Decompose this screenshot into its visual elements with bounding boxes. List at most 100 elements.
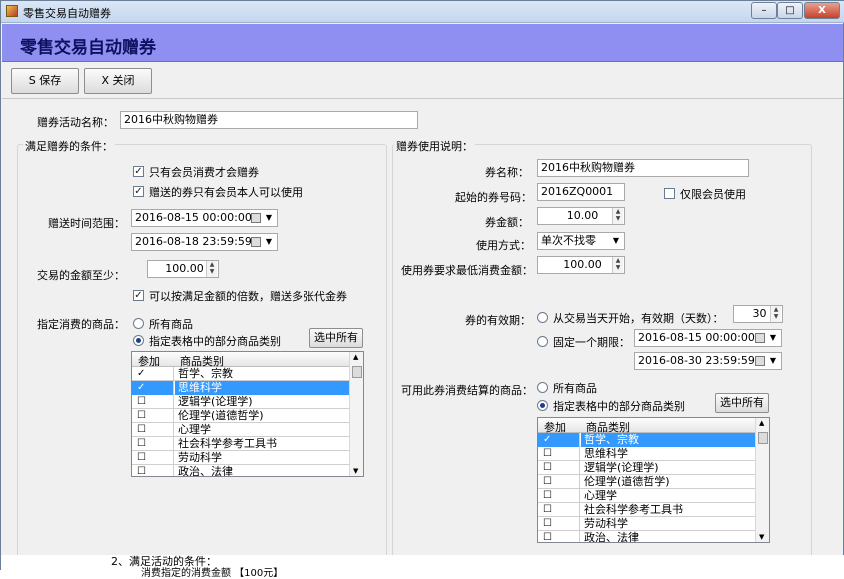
grid-header: 参加 商品类别 bbox=[538, 418, 756, 434]
fixed-radio[interactable] bbox=[537, 336, 548, 347]
table-row[interactable]: ☐ 伦理学(道德哲学) bbox=[538, 475, 755, 489]
table-row[interactable]: ☐ 逻辑学(论理学) bbox=[538, 461, 755, 475]
scroll-thumb[interactable] bbox=[758, 432, 768, 444]
member-use-checkbox[interactable] bbox=[664, 188, 675, 199]
close-window-button[interactable]: X bbox=[804, 2, 840, 19]
table-row[interactable]: ☐ 社会科学参考工具书 bbox=[538, 503, 755, 517]
table-row[interactable]: ☐ 劳动科学 bbox=[538, 517, 755, 531]
maximize-button[interactable]: □ bbox=[777, 2, 803, 19]
days-value: 30 bbox=[752, 307, 767, 320]
goods-grid[interactable]: 参加 商品类别 ▲ ▼ ✓ 哲学、宗教 ✓ 思维科学 ☐ 逻辑学(论理学) ☐ 伦理学(道德哲… bbox=[131, 351, 364, 477]
table-row[interactable]: ☐ 伦理学(道德哲学) bbox=[132, 409, 349, 423]
activity-name-input[interactable]: 2016中秋购物赠券 bbox=[120, 111, 418, 129]
row-check-mark: ☐ bbox=[543, 532, 552, 543]
table-row[interactable]: ☐ 社会科学参考工具书 bbox=[132, 437, 349, 451]
row-checkbox[interactable]: ☐ bbox=[538, 531, 580, 543]
method-select[interactable]: 单次不找零 ▼ bbox=[537, 232, 625, 250]
row-checkbox[interactable]: ☐ bbox=[132, 465, 174, 477]
member-self-checkbox[interactable]: ✓ bbox=[133, 186, 144, 197]
all-goods-radio[interactable] bbox=[133, 318, 144, 329]
usage-partial-goods-radio[interactable] bbox=[537, 400, 548, 411]
calendar-icon bbox=[251, 213, 261, 223]
table-row[interactable]: ☐ 心理学 bbox=[538, 489, 755, 503]
chevron-down-icon[interactable]: ▼ bbox=[766, 354, 780, 368]
table-row[interactable]: ☐ 心理学 bbox=[132, 423, 349, 437]
fixed-from-picker[interactable]: 2016-08-15 00:00:00 ▼ bbox=[634, 329, 782, 347]
spin-updown-icon[interactable]: ▲ ▼ bbox=[770, 306, 781, 322]
fixed-to-picker[interactable]: 2016-08-30 23:59:59 ▼ bbox=[634, 352, 782, 370]
time-to-picker[interactable]: 2016-08-18 23:59:59 ▼ bbox=[131, 233, 278, 251]
row-check-mark: ✓ bbox=[137, 368, 146, 379]
row-checkbox[interactable]: ☐ bbox=[132, 409, 174, 423]
from-today-radio[interactable] bbox=[537, 312, 548, 323]
row-category: 劳动科学 bbox=[584, 517, 628, 530]
start-no-input[interactable]: 2016ZQ0001 bbox=[537, 183, 625, 201]
row-category: 伦理学(道德哲学) bbox=[178, 409, 264, 422]
row-check-mark: ☐ bbox=[137, 410, 146, 421]
row-category: 逻辑学(论理学) bbox=[584, 461, 659, 474]
scroll-up-icon[interactable]: ▲ bbox=[759, 419, 764, 427]
scroll-up-icon[interactable]: ▲ bbox=[353, 353, 358, 361]
row-checkbox[interactable]: ✓ bbox=[538, 433, 580, 447]
row-checkbox[interactable]: ☐ bbox=[132, 437, 174, 451]
row-checkbox[interactable]: ☐ bbox=[538, 447, 580, 461]
row-category: 思维科学 bbox=[175, 381, 349, 395]
multiple-checkbox[interactable]: ✓ bbox=[133, 290, 144, 301]
row-checkbox[interactable]: ☐ bbox=[538, 517, 580, 531]
usage-goods-grid[interactable]: 参加 商品类别 ▲ ▼ ✓ 哲学、宗教 ☐ 思维科学 ☐ 逻辑学(论理学) ☐ 伦理学(道德哲… bbox=[537, 417, 770, 543]
grid-scrollbar[interactable]: ▲ ▼ bbox=[755, 418, 769, 542]
chevron-down-icon[interactable]: ▼ bbox=[766, 331, 780, 345]
table-row[interactable]: ☐ 政治、法律 bbox=[538, 531, 755, 543]
row-check-mark: ☐ bbox=[137, 452, 146, 463]
scroll-down-icon[interactable]: ▼ bbox=[353, 467, 358, 475]
row-checkbox[interactable]: ✓ bbox=[132, 367, 174, 381]
spin-updown-icon[interactable]: ▲ ▼ bbox=[612, 208, 623, 224]
scroll-thumb[interactable] bbox=[352, 366, 362, 378]
row-checkbox[interactable]: ☐ bbox=[132, 423, 174, 437]
close-button[interactable]: X 关闭 bbox=[84, 68, 152, 94]
row-checkbox[interactable]: ☐ bbox=[132, 395, 174, 409]
select-all-button[interactable]: 选中所有 bbox=[309, 328, 363, 348]
scroll-down-icon[interactable]: ▼ bbox=[759, 533, 764, 541]
chevron-down-icon[interactable]: ▼ bbox=[262, 211, 276, 225]
table-row[interactable]: ☐ 思维科学 bbox=[538, 447, 755, 461]
amount-input[interactable]: 10.00 ▲ ▼ bbox=[537, 207, 625, 225]
spin-updown-icon[interactable]: ▲ ▼ bbox=[206, 261, 217, 277]
row-checkbox[interactable]: ☐ bbox=[538, 475, 580, 489]
coupon-name-input[interactable]: 2016中秋购物赠券 bbox=[537, 159, 749, 177]
row-checkbox[interactable]: ☐ bbox=[538, 489, 580, 503]
table-row[interactable]: ✓ 哲学、宗教 bbox=[538, 433, 755, 447]
time-from-picker[interactable]: 2016-08-15 00:00:00 ▼ bbox=[131, 209, 278, 227]
chevron-down-icon[interactable]: ▼ bbox=[609, 234, 623, 248]
usage-all-goods-radio[interactable] bbox=[537, 382, 548, 393]
member-only-checkbox[interactable]: ✓ bbox=[133, 166, 144, 177]
table-row[interactable]: ✓ 哲学、宗教 bbox=[132, 367, 349, 381]
save-button[interactable]: S 保存 bbox=[11, 68, 79, 94]
row-check-mark: ✓ bbox=[137, 382, 146, 393]
partial-goods-radio[interactable] bbox=[133, 335, 144, 346]
grid-scrollbar[interactable]: ▲ ▼ bbox=[349, 352, 363, 476]
row-checkbox[interactable]: ✓ bbox=[132, 381, 174, 395]
row-category: 劳动科学 bbox=[178, 451, 222, 464]
spin-updown-icon[interactable]: ▲ ▼ bbox=[612, 257, 623, 273]
row-checkbox[interactable]: ☐ bbox=[538, 503, 580, 517]
table-row[interactable]: ☐ 政治、法律 bbox=[132, 465, 349, 477]
from-today-label: 从交易当天开始，有效期（天数）： bbox=[553, 312, 724, 325]
chevron-down-icon[interactable]: ▼ bbox=[262, 235, 276, 249]
min-spend-input[interactable]: 100.00 ▲ ▼ bbox=[537, 256, 625, 274]
row-check-mark: ☐ bbox=[543, 490, 552, 501]
row-checkbox[interactable]: ☐ bbox=[538, 461, 580, 475]
row-checkbox[interactable]: ☐ bbox=[132, 451, 174, 465]
app-window: 零售交易自动赠券 – □ X 零售交易自动赠券 S 保存 X 关闭 赠券活动名称… bbox=[0, 0, 844, 579]
days-input[interactable]: 30 ▲ ▼ bbox=[733, 305, 783, 323]
usage-select-all-button[interactable]: 选中所有 bbox=[715, 393, 769, 413]
footer-note-2: 消费指定的消费金额 【100元】 bbox=[141, 568, 284, 579]
table-row[interactable]: ☐ 劳动科学 bbox=[132, 451, 349, 465]
calendar-icon bbox=[251, 237, 261, 247]
minimize-button[interactable]: – bbox=[751, 2, 777, 19]
goods-label: 指定消费的商品： bbox=[37, 318, 125, 331]
row-check-mark: ☐ bbox=[137, 466, 146, 477]
table-row[interactable]: ☐ 逻辑学(论理学) bbox=[132, 395, 349, 409]
table-row[interactable]: ✓ 思维科学 bbox=[132, 381, 349, 395]
min-amount-input[interactable]: 100.00 ▲ ▼ bbox=[147, 260, 219, 278]
